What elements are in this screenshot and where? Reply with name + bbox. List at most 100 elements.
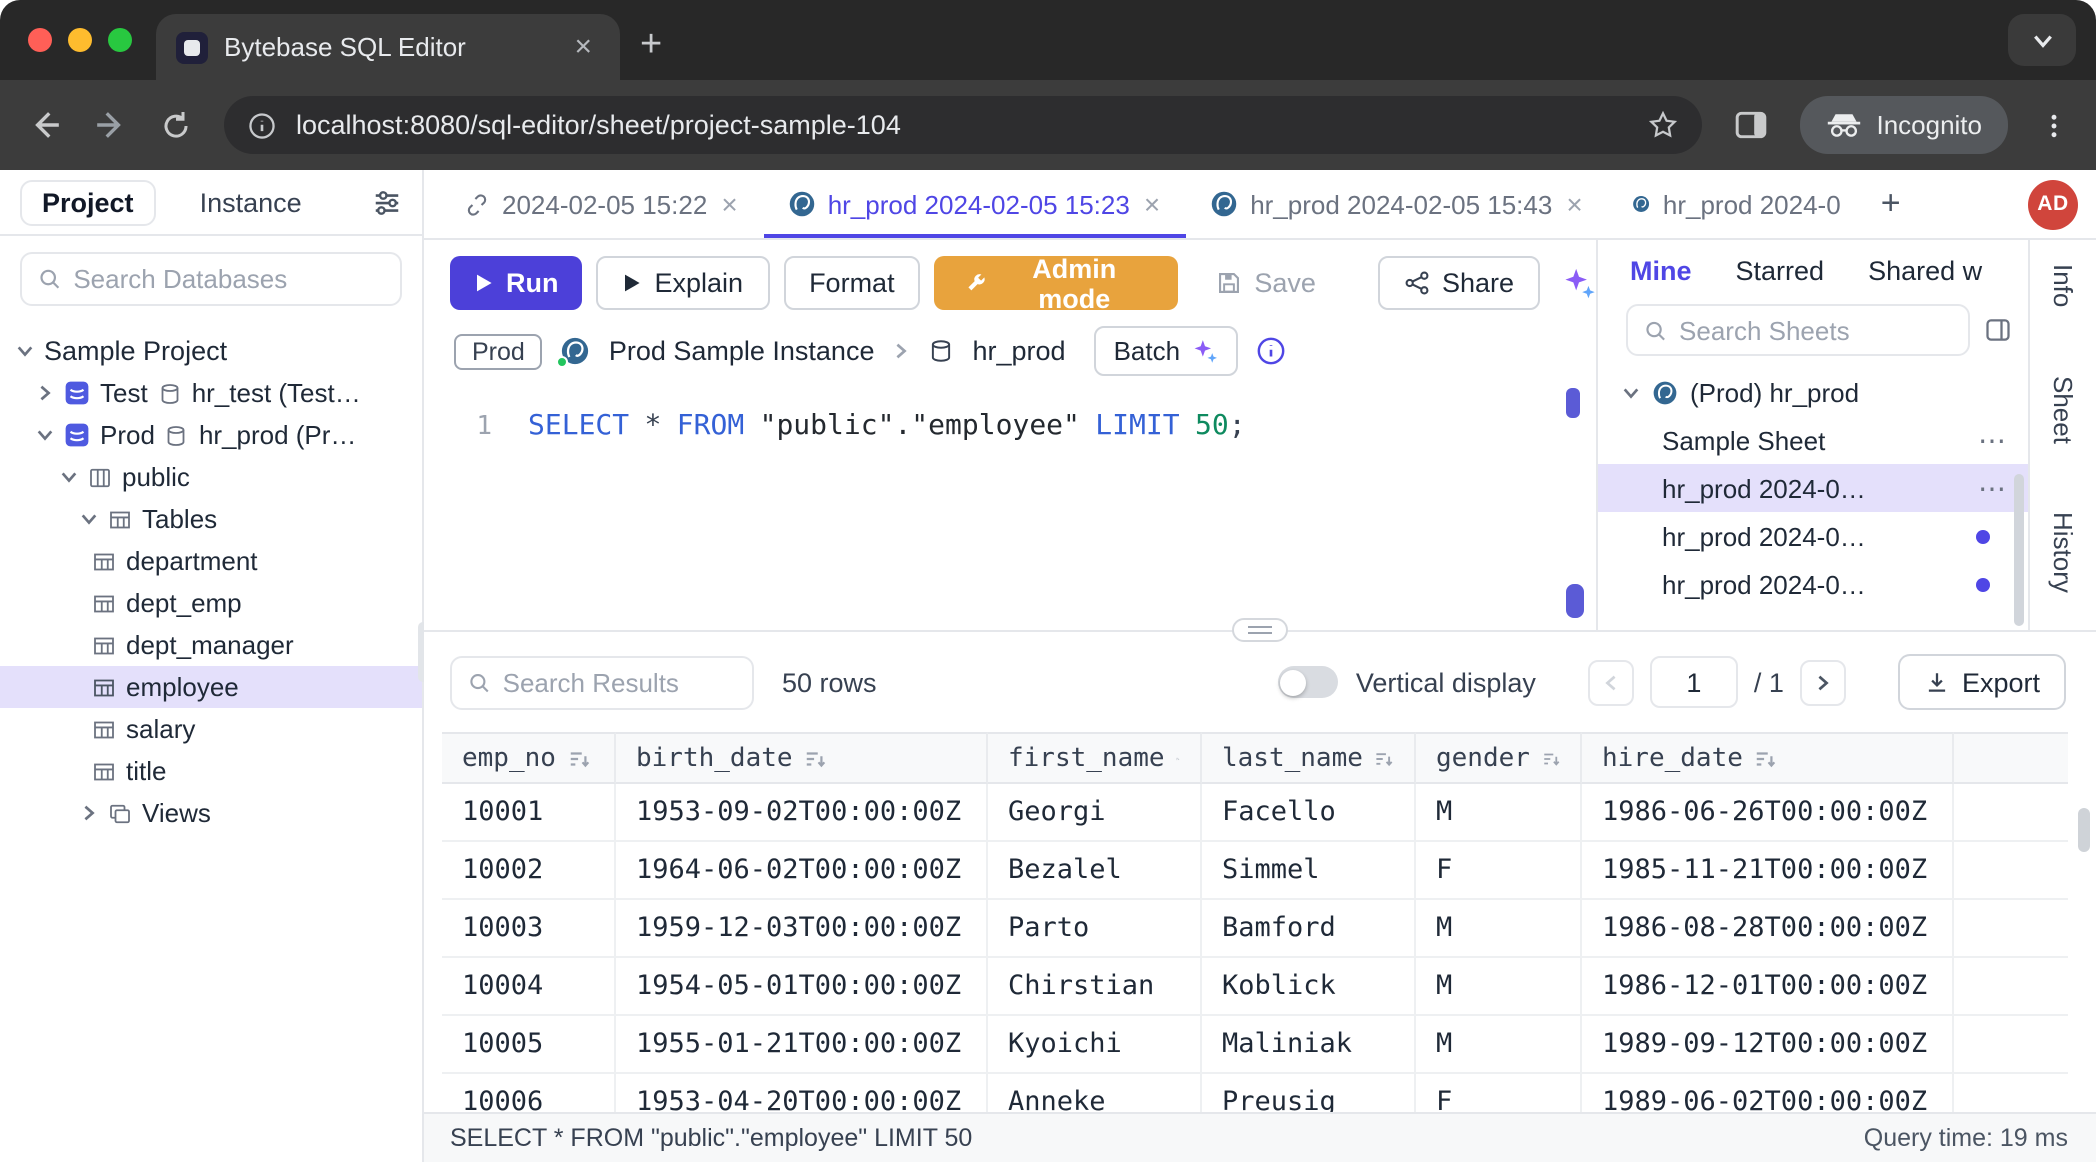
column-header[interactable]: gender bbox=[1416, 732, 1582, 784]
cell[interactable]: M bbox=[1416, 958, 1582, 1016]
tab-project[interactable]: Project bbox=[20, 179, 156, 225]
admin-mode-button[interactable]: Admin mode bbox=[935, 256, 1179, 310]
tree-item-table-department[interactable]: department bbox=[0, 540, 422, 582]
tree-item-table-title[interactable]: title bbox=[0, 750, 422, 792]
share-button[interactable]: Share bbox=[1378, 256, 1540, 310]
tree-item-table-dept-manager[interactable]: dept_manager bbox=[0, 624, 422, 666]
save-button[interactable]: Save bbox=[1192, 256, 1340, 310]
maximize-window-button[interactable] bbox=[108, 28, 132, 52]
cell[interactable]: M bbox=[1416, 784, 1582, 842]
tab-search-button[interactable] bbox=[2008, 14, 2076, 66]
cell[interactable]: 10001 bbox=[442, 784, 616, 842]
info-icon[interactable] bbox=[1256, 336, 1286, 366]
sheet-tab-2-active[interactable]: hr_prod 2024-02-05 15:23 × bbox=[764, 170, 1187, 238]
cell[interactable]: 1986-08-28T00:00:00Z bbox=[1582, 900, 1954, 958]
editor-scrollbar-thumb[interactable] bbox=[1566, 584, 1584, 618]
cell[interactable]: Maliniak bbox=[1202, 1016, 1416, 1074]
cell[interactable]: Preusig bbox=[1202, 1074, 1416, 1112]
database-name[interactable]: hr_prod bbox=[972, 336, 1065, 366]
tree-item-schema-public[interactable]: public bbox=[0, 456, 422, 498]
cell[interactable]: Anneke bbox=[988, 1074, 1202, 1112]
cell[interactable]: Bezalel bbox=[988, 842, 1202, 900]
vertical-display-toggle[interactable] bbox=[1278, 666, 1338, 698]
search-databases-input[interactable] bbox=[73, 264, 384, 294]
cell[interactable]: Georgi bbox=[988, 784, 1202, 842]
sql-editor[interactable]: 1 SELECT * FROM "public"."employee" LIMI… bbox=[424, 390, 1596, 442]
tab-shared[interactable]: Shared w bbox=[1868, 256, 1982, 286]
cell[interactable]: 1955-01-21T00:00:00Z bbox=[616, 1016, 988, 1074]
cell[interactable]: F bbox=[1416, 842, 1582, 900]
sheet-item[interactable]: Sample Sheet ⋯ bbox=[1598, 416, 2028, 464]
cell[interactable]: Chirstian bbox=[988, 958, 1202, 1016]
more-options-icon[interactable]: ⋯ bbox=[1978, 471, 2008, 505]
batch-button[interactable]: Batch bbox=[1094, 326, 1239, 376]
cell[interactable]: Kyoichi bbox=[988, 1016, 1202, 1074]
close-tab-icon[interactable]: × bbox=[566, 28, 600, 66]
panel-resize-handle[interactable] bbox=[1232, 618, 1288, 642]
close-sheet-icon[interactable]: × bbox=[1564, 188, 1584, 220]
collapse-panel-icon[interactable] bbox=[1984, 316, 2012, 344]
cell[interactable]: 1953-04-20T00:00:00Z bbox=[616, 1074, 988, 1112]
cell[interactable]: M bbox=[1416, 1016, 1582, 1074]
cell[interactable]: 1989-09-12T00:00:00Z bbox=[1582, 1016, 1954, 1074]
minimize-window-button[interactable] bbox=[68, 28, 92, 52]
cell[interactable]: Parto bbox=[988, 900, 1202, 958]
results-scrollbar[interactable] bbox=[2078, 808, 2090, 852]
tree-item-table-dept-emp[interactable]: dept_emp bbox=[0, 582, 422, 624]
column-header[interactable]: hire_date bbox=[1582, 732, 1954, 784]
address-bar[interactable]: localhost:8080/sql-editor/sheet/project-… bbox=[224, 96, 1702, 154]
instance-name[interactable]: Prod Sample Instance bbox=[609, 336, 875, 366]
search-results-input[interactable] bbox=[503, 667, 736, 697]
browser-tab[interactable]: Bytebase SQL Editor × bbox=[156, 14, 620, 80]
cell[interactable]: Bamford bbox=[1202, 900, 1416, 958]
new-tab-button[interactable]: + bbox=[620, 24, 686, 80]
tree-item-env-test[interactable]: Test hr_test (Test… bbox=[0, 372, 422, 414]
cell[interactable]: Facello bbox=[1202, 784, 1416, 842]
cell[interactable]: 10004 bbox=[442, 958, 616, 1016]
column-header[interactable]: birth_date bbox=[616, 732, 988, 784]
tab-sheet[interactable]: Sheet bbox=[2048, 375, 2078, 443]
explain-button[interactable]: Explain bbox=[597, 256, 770, 310]
format-button[interactable]: Format bbox=[783, 256, 921, 310]
tree-item-views[interactable]: Views bbox=[0, 792, 422, 834]
cell[interactable]: F bbox=[1416, 1074, 1582, 1112]
sheet-tab-1[interactable]: 2024-02-05 15:22 × bbox=[440, 170, 764, 238]
back-button[interactable] bbox=[28, 108, 62, 142]
cell[interactable]: 10005 bbox=[442, 1016, 616, 1074]
tab-instance[interactable]: Instance bbox=[180, 181, 322, 223]
search-sheets-input[interactable] bbox=[1679, 315, 1952, 345]
close-sheet-icon[interactable]: × bbox=[719, 188, 739, 220]
column-header[interactable]: first_name bbox=[988, 732, 1202, 784]
cell[interactable]: 1985-11-21T00:00:00Z bbox=[1582, 842, 1954, 900]
close-window-button[interactable] bbox=[28, 28, 52, 52]
forward-button[interactable] bbox=[94, 108, 128, 142]
cell[interactable]: 10003 bbox=[442, 900, 616, 958]
ai-sparkle-icon[interactable] bbox=[1562, 266, 1596, 300]
tree-item-tables[interactable]: Tables bbox=[0, 498, 422, 540]
sheet-panel-scrollbar[interactable] bbox=[2014, 474, 2024, 626]
cell[interactable]: 1964-06-02T00:00:00Z bbox=[616, 842, 988, 900]
sheet-item[interactable]: hr_prod 2024-0… bbox=[1598, 512, 2028, 560]
new-sheet-button[interactable]: + bbox=[1865, 184, 1917, 224]
cell[interactable]: 1986-06-26T00:00:00Z bbox=[1582, 784, 1954, 842]
reload-button[interactable] bbox=[160, 109, 192, 141]
tree-item-table-salary[interactable]: salary bbox=[0, 708, 422, 750]
sheet-group[interactable]: (Prod) hr_prod bbox=[1598, 368, 2028, 416]
cell[interactable]: Simmel bbox=[1202, 842, 1416, 900]
column-header[interactable]: emp_no bbox=[442, 732, 616, 784]
cell[interactable]: 1959-12-03T00:00:00Z bbox=[616, 900, 988, 958]
export-button[interactable]: Export bbox=[1898, 654, 2066, 710]
tab-info[interactable]: Info bbox=[2048, 264, 2078, 307]
bookmark-star-icon[interactable] bbox=[1648, 110, 1678, 140]
cell[interactable]: Koblick bbox=[1202, 958, 1416, 1016]
cell[interactable]: 1989-06-02T00:00:00Z bbox=[1582, 1074, 1954, 1112]
cell[interactable]: 1953-09-02T00:00:00Z bbox=[616, 784, 988, 842]
prev-page-button[interactable] bbox=[1588, 659, 1634, 705]
sheet-item-selected[interactable]: hr_prod 2024-0… ⋯ bbox=[1598, 464, 2028, 512]
tab-starred[interactable]: Starred bbox=[1736, 256, 1825, 286]
tab-mine[interactable]: Mine bbox=[1630, 256, 1692, 286]
sheet-tab-4[interactable]: hr_prod 2024-0 bbox=[1609, 170, 1865, 238]
more-options-icon[interactable]: ⋯ bbox=[1978, 423, 2008, 457]
cell[interactable]: 10002 bbox=[442, 842, 616, 900]
editor-scrollbar-thumb[interactable] bbox=[1566, 388, 1580, 418]
